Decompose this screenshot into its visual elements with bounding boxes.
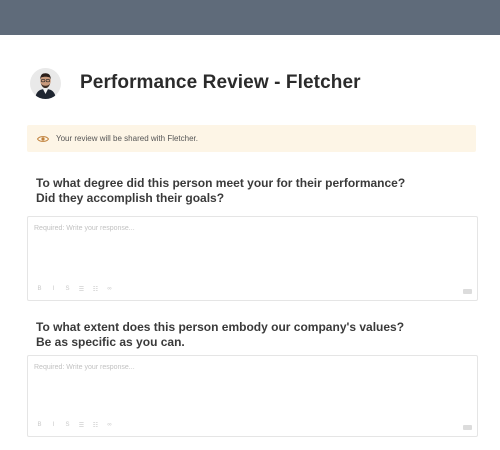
italic-button[interactable]: I	[50, 286, 57, 293]
share-notice-text: Your review will be shared with Fletcher…	[56, 134, 198, 143]
bullet-list-button[interactable]: ☰	[78, 286, 85, 293]
response-editor-values[interactable]: Required: Write your response... B I S ☰…	[27, 355, 478, 437]
format-toolbar: B I S ☰ ☷ ∞	[36, 422, 113, 429]
question-line: To what extent does this person embody o…	[36, 320, 405, 334]
bold-button[interactable]: B	[36, 286, 43, 293]
question-values: To what extent does this person embody o…	[36, 320, 456, 350]
avatar	[30, 67, 61, 99]
question-line: To what degree did this person meet your…	[36, 176, 406, 190]
keyboard-icon[interactable]	[463, 289, 472, 294]
top-bar	[0, 0, 500, 35]
numbered-list-button[interactable]: ☷	[92, 422, 99, 429]
format-toolbar: B I S ☰ ☷ ∞	[36, 286, 113, 293]
question-line: Be as specific as you can.	[36, 335, 185, 349]
share-notice: Your review will be shared with Fletcher…	[27, 125, 476, 152]
numbered-list-button[interactable]: ☷	[92, 286, 99, 293]
response-editor-goals[interactable]: Required: Write your response... B I S ☰…	[27, 216, 478, 301]
question-line: Did they accomplish their goals?	[36, 191, 225, 205]
link-button[interactable]: ∞	[106, 422, 113, 429]
review-sheet: Performance Review - Fletcher Your revie…	[0, 35, 500, 450]
bold-button[interactable]: B	[36, 422, 43, 429]
page-title: Performance Review - Fletcher	[80, 72, 361, 93]
keyboard-icon[interactable]	[463, 425, 472, 430]
bullet-list-button[interactable]: ☰	[78, 422, 85, 429]
link-button[interactable]: ∞	[106, 286, 113, 293]
eye-icon	[37, 135, 49, 142]
response-placeholder[interactable]: Required: Write your response...	[34, 364, 135, 371]
strikethrough-button[interactable]: S	[64, 422, 71, 429]
question-goals: To what degree did this person meet your…	[36, 176, 456, 206]
italic-button[interactable]: I	[50, 422, 57, 429]
review-header: Performance Review - Fletcher	[30, 63, 361, 103]
response-placeholder[interactable]: Required: Write your response...	[34, 225, 135, 232]
strikethrough-button[interactable]: S	[64, 286, 71, 293]
